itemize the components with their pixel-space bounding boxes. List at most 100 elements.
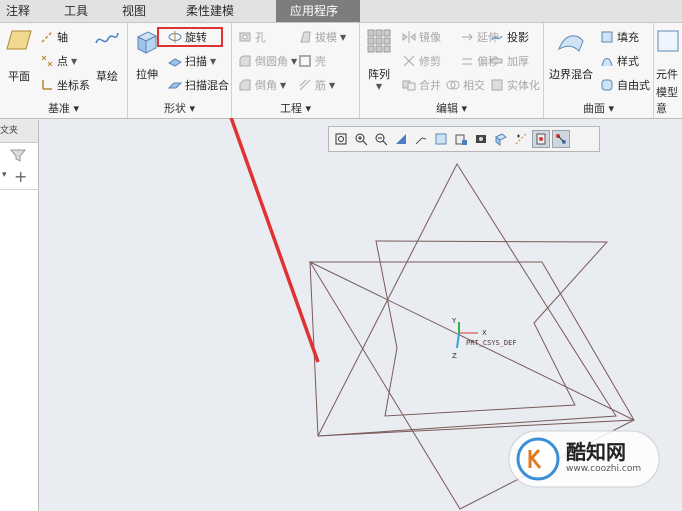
project-button[interactable]: 投影 [490, 29, 529, 45]
zoom-fit-icon[interactable] [332, 130, 350, 148]
annotation-arrow [229, 118, 320, 363]
plane-icon [6, 30, 32, 50]
chevron-down-icon: ▼ [280, 80, 287, 90]
shell-button[interactable]: 壳 [298, 53, 326, 69]
axis-icon [41, 31, 53, 43]
chevron-down-icon[interactable]: ▾ [2, 170, 7, 180]
extend-icon [462, 33, 473, 41]
sketch-triangle-up [317, 162, 617, 437]
element-icon [657, 30, 679, 52]
draft-button[interactable]: 拔模 ▼ [298, 29, 346, 45]
freeform-label: 自由式 [617, 79, 650, 92]
csys-label: 坐标系 [57, 79, 90, 92]
section-icon[interactable] [492, 130, 510, 148]
round-button[interactable]: 倒圆角 ▼ [238, 53, 297, 69]
ribbon: 平面 轴 点 ▼ 坐标系 草绘 基准 ▾ 拉伸 旋转 扫描 ▼ 扫描混合 形状 … [0, 23, 682, 119]
sketch-icon [95, 32, 119, 44]
trim-label: 修剪 [419, 55, 441, 68]
rib-icon [299, 79, 311, 91]
fill-button[interactable]: 填充 [600, 29, 639, 45]
chamfer-icon [239, 79, 251, 91]
tab-annotate[interactable]: 注释 [0, 0, 38, 22]
element-button[interactable]: 元件 [656, 29, 682, 82]
group-datum: 平面 轴 点 ▼ 坐标系 草绘 基准 ▾ [0, 23, 128, 118]
hole-button[interactable]: 孔 [238, 29, 266, 45]
point-button[interactable]: 点 ▼ [40, 53, 77, 69]
perspective-icon[interactable] [452, 130, 470, 148]
boundary-blend-button[interactable]: 边界混合 [548, 29, 594, 82]
sketch-quad [309, 261, 635, 437]
plane-button[interactable]: 平面 [4, 29, 34, 84]
revolve-highlight-box [157, 27, 223, 47]
thicken-button[interactable]: 加厚 [490, 53, 529, 69]
datum-display-icon[interactable] [512, 130, 530, 148]
repaint-icon[interactable] [392, 130, 410, 148]
filter-icon[interactable] [10, 148, 26, 162]
axis-button[interactable]: 轴 [40, 29, 68, 45]
tab-flexible-modeling[interactable]: 柔性建模 [176, 0, 276, 22]
draft-label: 拔模 [315, 31, 337, 44]
chevron-down-icon: ▼ [329, 80, 336, 90]
view-toolbar [328, 126, 600, 152]
pattern-button[interactable]: 阵列 ▼ [364, 29, 394, 91]
coordinate-system-icon [42, 80, 52, 90]
ribbon-tab-bar: 注释 工具 视图 柔性建模 应用程序 [0, 0, 682, 23]
intersect-icon [446, 80, 460, 90]
display-style-icon[interactable] [432, 130, 450, 148]
shell-label: 壳 [315, 55, 326, 68]
style-button[interactable]: 样式 [600, 53, 639, 69]
trim-button[interactable]: 修剪 [402, 53, 441, 69]
rib-button[interactable]: 筋 ▼ [298, 77, 335, 93]
shell-icon [299, 55, 311, 67]
tab-applications[interactable]: 应用程序 [276, 0, 360, 22]
sweep-button[interactable]: 扫描 ▼ [168, 53, 216, 69]
boundary-blend-label: 边界混合 [549, 68, 593, 81]
mirror-icon [402, 31, 416, 43]
watermark: 酷知网 www.coozhi.com [508, 430, 660, 488]
chevron-down-icon: ▼ [210, 56, 217, 66]
group-surfaces: 边界混合 填充 样式 自由式 曲面 ▾ [544, 23, 654, 118]
csys-marker: Y X Z PRT_CSYS_DEF [451, 317, 517, 360]
add-icon[interactable]: + [14, 167, 27, 186]
chevron-down-icon: ▼ [375, 82, 383, 91]
freeform-icon [601, 79, 613, 91]
trim-icon [403, 55, 415, 67]
mirror-button[interactable]: 镜像 [402, 29, 441, 45]
group-label-editing: 编辑 ▾ [435, 102, 468, 115]
fill-label: 填充 [617, 31, 639, 44]
hole-icon [239, 32, 251, 42]
style-label: 样式 [617, 55, 639, 68]
pattern-icon [367, 29, 391, 53]
thicken-icon [491, 58, 503, 64]
swept-blend-button[interactable]: 扫描混合 [168, 77, 229, 93]
zoom-in-icon[interactable] [352, 130, 370, 148]
sweep-label: 扫描 [185, 55, 207, 68]
intersect-button[interactable]: 相交 [446, 77, 485, 93]
solidify-icon [491, 79, 503, 91]
csys-label: PRT_CSYS_DEF [466, 339, 517, 347]
annotation-display-icon[interactable] [552, 130, 570, 148]
round-label: 倒圆角 [255, 55, 288, 68]
model-tree-panel: 文夹 ▾ + [0, 120, 39, 511]
solidify-button[interactable]: 实体化 [490, 77, 540, 93]
spin-center-icon[interactable] [532, 130, 550, 148]
group-label-datum: 基准 ▾ [47, 102, 80, 115]
tab-tools[interactable]: 工具 [38, 0, 112, 22]
group-label-shapes: 形状 ▾ [163, 102, 196, 115]
axis-label: 轴 [57, 31, 68, 44]
chevron-down-icon: ▼ [340, 32, 347, 42]
view-manager-icon[interactable] [472, 130, 490, 148]
zoom-out-icon[interactable] [372, 130, 390, 148]
sketch-button[interactable]: 草绘 [92, 29, 122, 84]
csys-button[interactable]: 坐标系 [40, 77, 90, 93]
rib-label: 筋 [315, 79, 326, 92]
left-panel-header: 文夹 [0, 120, 38, 143]
chamfer-button[interactable]: 倒角 ▼ [238, 77, 286, 93]
group-label-engineering: 工程 ▾ [279, 102, 312, 115]
tab-view[interactable]: 视图 [112, 0, 176, 22]
saved-orientation-icon[interactable] [412, 130, 430, 148]
merge-button[interactable]: 合并 [402, 77, 441, 93]
freeform-button[interactable]: 自由式 [600, 77, 650, 93]
solidify-label: 实体化 [507, 79, 540, 92]
project-icon [491, 35, 503, 41]
